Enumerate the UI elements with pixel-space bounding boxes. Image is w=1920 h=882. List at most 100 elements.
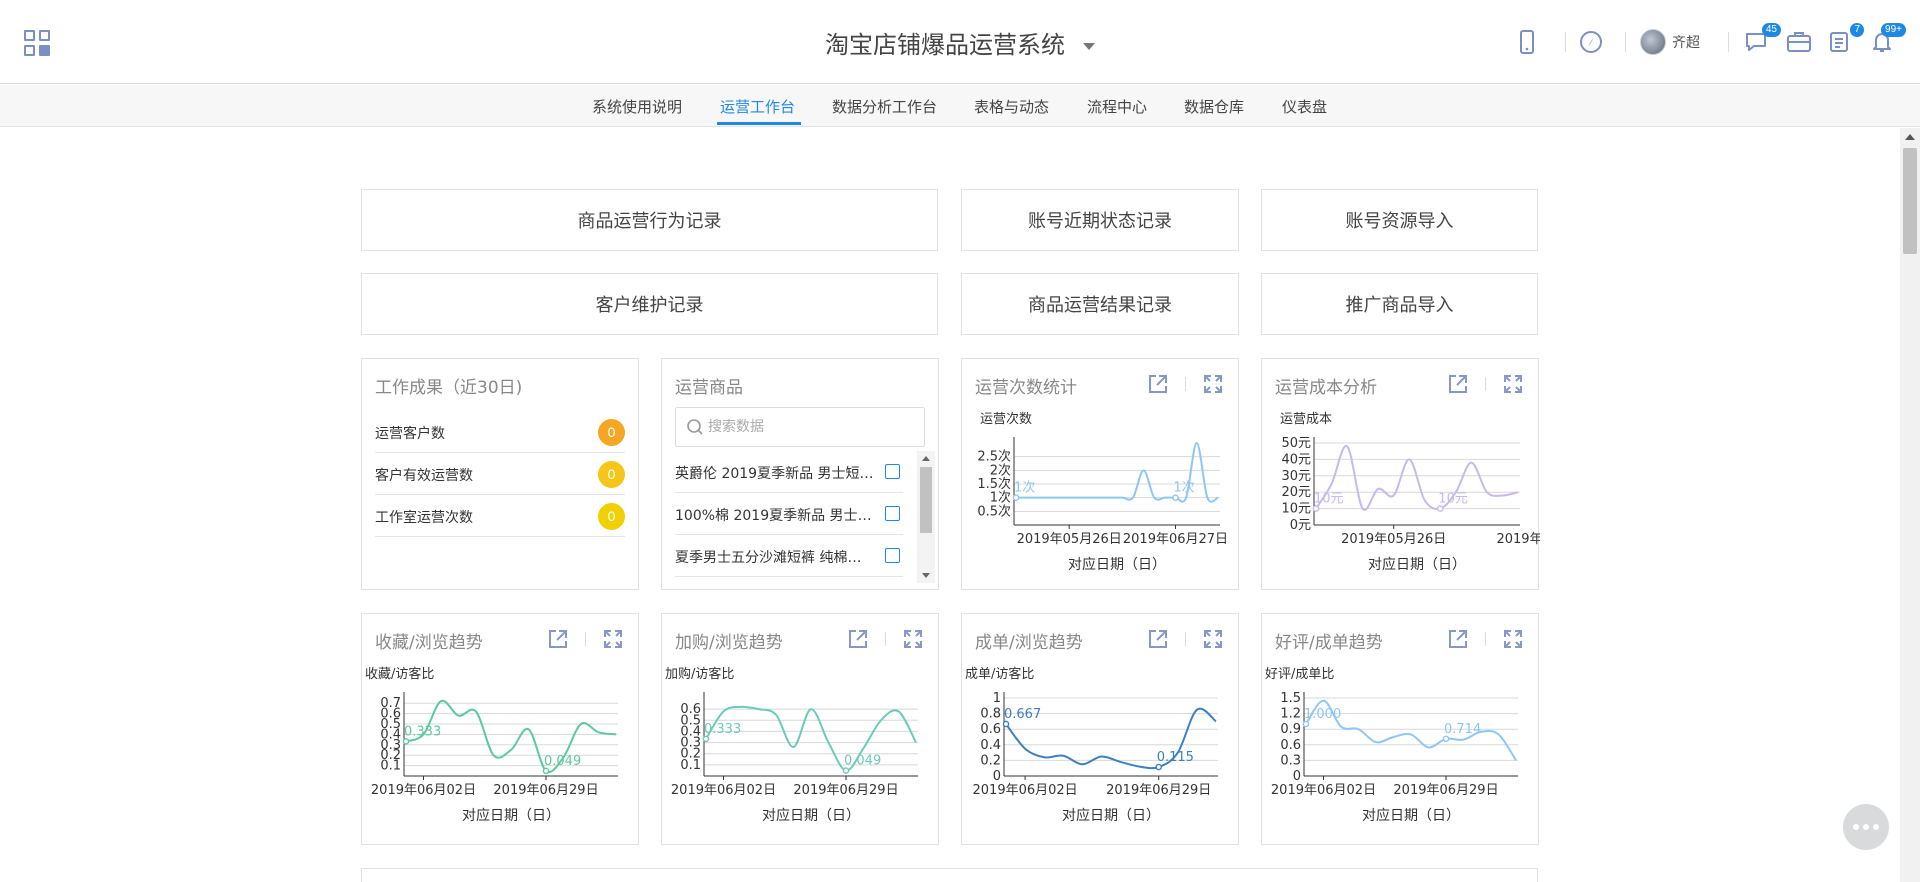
fullscreen-icon[interactable] bbox=[1202, 373, 1224, 395]
customer-record-button[interactable]: 客户维护记录 bbox=[361, 273, 938, 335]
y-tick-label: 20元 bbox=[1281, 485, 1311, 500]
account-status-record-button[interactable]: 账号近期状态记录 bbox=[961, 189, 1239, 251]
y-tick-label: 0.8 bbox=[980, 707, 1001, 722]
x-tick-label: 2019年06月29日 bbox=[793, 783, 898, 798]
search-input[interactable] bbox=[708, 416, 908, 438]
x-tick-label: 2019年06月29日 bbox=[493, 783, 598, 798]
data-point bbox=[842, 767, 850, 774]
data-label: 0.333 bbox=[404, 724, 441, 739]
user-menu[interactable]: 齐超 bbox=[1640, 28, 1700, 56]
app-title-dropdown[interactable]: 淘宝店铺爆品运营系统 bbox=[0, 25, 1920, 60]
product-checkbox[interactable] bbox=[885, 548, 900, 563]
y-tick-label: 2.5次 bbox=[977, 449, 1011, 465]
data-point bbox=[1172, 494, 1179, 501]
product-checkbox[interactable] bbox=[885, 506, 900, 521]
y-axis-label: 收藏/访客比 bbox=[365, 666, 434, 682]
order-browse-chart: 成单/访客比 00.20.40.60.81 2019年06月02日 2019年06月2… bbox=[965, 666, 1218, 824]
chevron-down-icon bbox=[1083, 42, 1095, 50]
bell-icon[interactable]: 99+ bbox=[1866, 23, 1906, 58]
y-tick-label: 0.9 bbox=[1280, 722, 1301, 737]
tab-dashboard[interactable]: 仪表盘 bbox=[1282, 96, 1327, 117]
open-external-icon[interactable] bbox=[1447, 373, 1469, 395]
fullscreen-icon[interactable] bbox=[1502, 373, 1524, 395]
mobile-icon[interactable] bbox=[1511, 26, 1543, 58]
product-result-record-button[interactable]: 商品运营结果记录 bbox=[961, 273, 1239, 335]
data-label: 1次 bbox=[1173, 480, 1194, 496]
promo-import-button[interactable]: 推广商品导入 bbox=[1261, 273, 1538, 335]
tab-tables-dynamics[interactable]: 表格与动态 bbox=[974, 96, 1049, 117]
briefcase-icon[interactable] bbox=[1783, 26, 1815, 58]
y-axis-label: 运营成本 bbox=[1280, 412, 1332, 427]
x-tick-label: 2019年06月02日 bbox=[671, 783, 776, 798]
fullscreen-icon[interactable] bbox=[1202, 628, 1224, 650]
divider bbox=[585, 632, 586, 646]
tasks-badge: 7 bbox=[1850, 23, 1864, 37]
divider bbox=[1185, 632, 1186, 646]
y-tick-label: 1.5 bbox=[1280, 691, 1301, 706]
y-tick-label: 0.2 bbox=[980, 753, 1001, 768]
compass-icon[interactable] bbox=[1575, 26, 1607, 58]
series-line bbox=[1315, 445, 1519, 511]
data-label: 1次 bbox=[1014, 480, 1035, 496]
open-external-icon[interactable] bbox=[847, 628, 869, 650]
notifications-badge: 99+ bbox=[1881, 23, 1906, 37]
fullscreen-icon[interactable] bbox=[902, 628, 924, 650]
product-checkbox[interactable] bbox=[885, 464, 900, 479]
metric-value-badge: 0 bbox=[598, 419, 625, 446]
product-list-scrollbar[interactable] bbox=[917, 451, 935, 583]
data-point bbox=[1312, 505, 1320, 512]
data-point bbox=[402, 738, 410, 745]
active-tab-indicator bbox=[717, 122, 801, 125]
card-title: 成单/浏览趋势 bbox=[975, 633, 1083, 653]
open-external-icon[interactable] bbox=[1147, 628, 1169, 650]
x-tick-label: 2019年06月02日 bbox=[973, 783, 1078, 798]
ops-products-card: 运营商品 英爵伦 2019夏季新品 男士短袖T恤 100%棉 2019夏季新品 … bbox=[661, 358, 939, 590]
data-label: 0.714 bbox=[1444, 722, 1481, 737]
chat-icon[interactable]: 45 bbox=[1741, 23, 1781, 58]
data-label: 0.049 bbox=[544, 754, 581, 769]
metric-label: 工作室运营次数 bbox=[375, 510, 473, 526]
y-tick-label: 10元 bbox=[1281, 502, 1311, 517]
page-scrollbar-thumb[interactable] bbox=[1903, 148, 1917, 254]
open-external-icon[interactable] bbox=[1147, 373, 1169, 395]
account-import-button[interactable]: 账号资源导入 bbox=[1261, 189, 1538, 251]
x-tick-label: 2019年06月02日 bbox=[1271, 783, 1376, 798]
review-order-chart: 好评/成单比 00.30.60.91.21.5 2019年06月02日 2019年06… bbox=[1265, 667, 1518, 824]
list-item[interactable]: 英爵伦 2019夏季新品 男士短袖T恤 bbox=[675, 451, 903, 493]
metric-value-badge: 0 bbox=[598, 503, 625, 530]
tab-system-guide[interactable]: 系统使用说明 bbox=[592, 96, 682, 117]
task-list-icon[interactable]: 7 bbox=[1824, 23, 1864, 58]
y-tick-label: 1次 bbox=[990, 490, 1011, 506]
dot-icon bbox=[1873, 824, 1879, 830]
y-axis-label: 好评/成单比 bbox=[1265, 667, 1334, 682]
data-label: 0.115 bbox=[1157, 750, 1194, 765]
y-tick-label: 0.6 bbox=[1280, 738, 1301, 753]
fullscreen-icon[interactable] bbox=[602, 628, 624, 650]
tab-ops-workbench[interactable]: 运营工作台 bbox=[720, 96, 795, 117]
scroll-up-arrow-icon[interactable] bbox=[1905, 134, 1915, 140]
next-card bbox=[361, 868, 1538, 882]
user-name: 齐超 bbox=[1672, 35, 1700, 51]
list-item[interactable]: 夏季男士五分沙滩短裤 纯棉宽松 bbox=[675, 535, 903, 577]
x-axis-label: 对应日期（日） bbox=[1362, 807, 1460, 824]
card-title: 运营成本分析 bbox=[1275, 378, 1377, 398]
open-external-icon[interactable] bbox=[547, 628, 569, 650]
x-tick-label: 2019年05月26日 bbox=[1017, 532, 1122, 547]
tab-data-analysis[interactable]: 数据分析工作台 bbox=[832, 96, 937, 117]
product-ops-record-button[interactable]: 商品运营行为记录 bbox=[361, 189, 938, 251]
fullscreen-icon[interactable] bbox=[1502, 628, 1524, 650]
open-external-icon[interactable] bbox=[1447, 628, 1469, 650]
data-point bbox=[1437, 505, 1444, 512]
card-tools bbox=[1147, 628, 1224, 650]
tab-process-center[interactable]: 流程中心 bbox=[1087, 96, 1147, 117]
more-actions-button[interactable] bbox=[1843, 804, 1889, 850]
fav-browse-card: 收藏/浏览趋势 收藏/访客比 0.1 0.2 0.3 0.4 0.5 0.6 0.7 2019年… bbox=[361, 613, 639, 845]
metric-value-badge: 0 bbox=[598, 461, 625, 488]
app-title: 淘宝店铺爆品运营系统 bbox=[825, 31, 1065, 59]
y-tick-label: 0元 bbox=[1290, 518, 1311, 533]
list-item[interactable]: 100%棉 2019夏季新品 男士短裤 bbox=[675, 493, 903, 535]
tab-data-warehouse[interactable]: 数据仓库 bbox=[1184, 96, 1244, 117]
product-name: 夏季男士五分沙滩短裤 纯棉宽松 bbox=[675, 550, 875, 566]
ops-count-card: 运营次数统计 运营次数 0.5次 1次 1.5次 2次 2.5次 2019年05月26日 20… bbox=[961, 358, 1239, 590]
card-tools bbox=[1447, 628, 1524, 650]
